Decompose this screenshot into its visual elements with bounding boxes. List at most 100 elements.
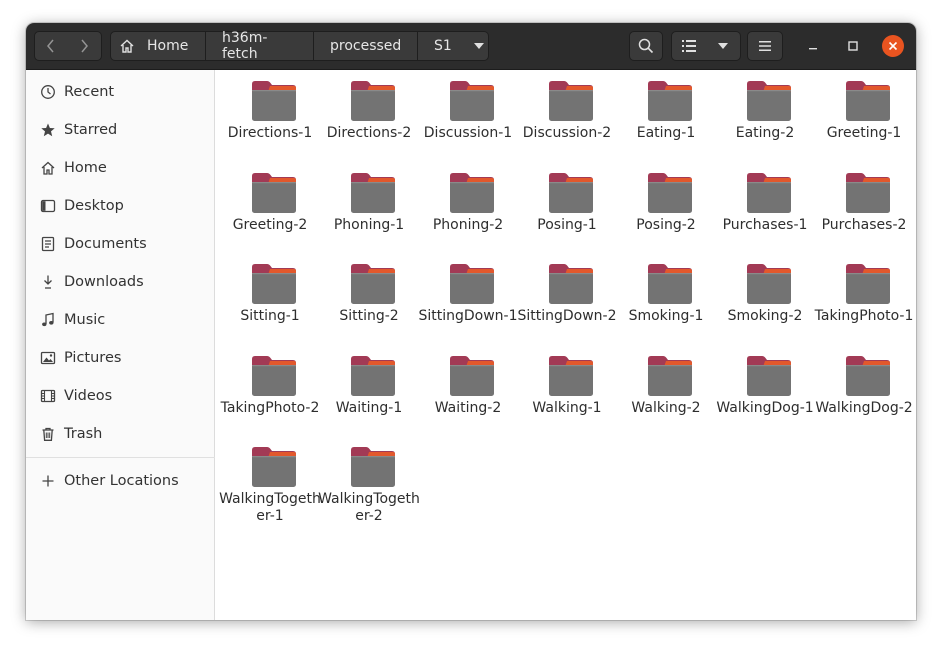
folder-label: Discussion-2 — [522, 125, 612, 141]
sidebar-item-desktop[interactable]: Desktop — [26, 187, 215, 225]
trash-icon — [39, 425, 57, 443]
sidebar-item-videos[interactable]: Videos — [26, 377, 215, 415]
folder-label: WalkingDog-1 — [716, 399, 814, 416]
folder-item[interactable]: Walking-1 — [519, 345, 615, 435]
close-button[interactable] — [882, 35, 904, 57]
folder-item[interactable]: Phoning-1 — [321, 162, 417, 252]
sidebar-separator — [26, 457, 215, 458]
folder-label: Sitting-2 — [339, 308, 399, 324]
folder-item[interactable]: Sitting-2 — [321, 253, 417, 343]
sidebar: Recent Starred Home Desktop Documents Do… — [26, 70, 215, 620]
maximize-button[interactable] — [842, 35, 864, 57]
folder-label: Smoking-2 — [727, 308, 803, 324]
chevron-left-icon — [47, 39, 54, 53]
folder-item[interactable]: WalkingTogether-1 — [219, 436, 321, 526]
folder-item[interactable]: Waiting-2 — [420, 345, 516, 435]
folder-item[interactable]: Posing-2 — [618, 162, 714, 252]
folder-label: Purchases-1 — [722, 216, 808, 233]
folder-item[interactable]: Sitting-1 — [222, 253, 318, 343]
folder-label: WalkingTogether-1 — [219, 491, 321, 524]
folder-item[interactable]: Posing-1 — [519, 162, 615, 252]
folder-icon — [747, 81, 791, 121]
sidebar-item-starred[interactable]: Starred — [26, 111, 215, 149]
folder-icon — [846, 81, 890, 121]
folder-item[interactable]: WalkingDog-1 — [716, 345, 814, 435]
breadcrumb-home[interactable]: Home — [110, 31, 206, 61]
folder-icon — [351, 355, 395, 396]
folder-label: Purchases-2 — [821, 216, 907, 233]
folder-icon — [648, 355, 692, 396]
forward-button[interactable] — [67, 31, 102, 61]
folder-label: Sitting-1 — [240, 308, 300, 324]
desktop-icon — [39, 197, 57, 215]
sidebar-item-trash[interactable]: Trash — [26, 415, 215, 453]
file-grid: Directions-1 Directions-2 Discussion-1 Disc… — [216, 70, 916, 620]
picture-icon — [39, 349, 57, 367]
folder-item[interactable]: Waiting-1 — [321, 345, 417, 435]
sidebar-item-label: Recent — [64, 84, 115, 100]
sidebar-item-home[interactable]: Home — [26, 149, 215, 187]
folder-item[interactable]: Discussion-1 — [420, 70, 516, 160]
folder-item[interactable]: Greeting-2 — [222, 162, 318, 252]
breadcrumb-processed[interactable]: processed — [314, 31, 418, 61]
video-icon — [39, 387, 57, 405]
search-icon — [638, 38, 654, 54]
sidebar-item-label: Videos — [64, 388, 113, 404]
sidebar-item-documents[interactable]: Documents — [26, 225, 215, 263]
folder-label: Eating-1 — [636, 125, 696, 141]
back-button[interactable] — [34, 31, 68, 61]
folder-icon — [252, 264, 296, 304]
folder-icon — [450, 264, 494, 304]
folder-item[interactable]: Phoning-2 — [420, 162, 516, 252]
folder-item[interactable]: Discussion-2 — [519, 70, 615, 160]
view-options-button[interactable] — [706, 31, 741, 61]
hamburger-icon — [759, 41, 771, 51]
folder-item[interactable]: Purchases-1 — [717, 162, 813, 252]
clock-icon — [39, 83, 57, 101]
folder-item[interactable]: TakingPhoto-2 — [221, 345, 319, 435]
folder-icon — [450, 81, 494, 121]
chevron-down-icon — [718, 43, 728, 49]
sidebar-item-recent[interactable]: Recent — [26, 73, 215, 111]
breadcrumb-label: S1 — [434, 38, 452, 54]
breadcrumb-s1[interactable]: S1 — [418, 31, 489, 61]
folder-item[interactable]: Walking-2 — [618, 345, 714, 435]
folder-item[interactable]: SittingDown-1 — [418, 253, 518, 343]
sidebar-item-pictures[interactable]: Pictures — [26, 339, 215, 377]
sidebar-item-downloads[interactable]: Downloads — [26, 263, 215, 301]
sidebar-item-music[interactable]: Music — [26, 301, 215, 339]
folder-item[interactable]: Greeting-1 — [816, 70, 912, 160]
folder-item[interactable]: WalkingDog-2 — [815, 345, 913, 435]
search-button[interactable] — [629, 31, 663, 61]
sidebar-item-label: Home — [64, 160, 107, 176]
folder-item[interactable]: Smoking-2 — [717, 253, 813, 343]
folder-item[interactable]: Smoking-1 — [618, 253, 714, 343]
sidebar-item-label: Desktop — [64, 198, 124, 214]
headerbar: Home h36m-fetch processed S1 — [26, 23, 916, 70]
minimize-button[interactable] — [802, 35, 824, 57]
star-icon — [39, 121, 57, 139]
folder-item[interactable]: Purchases-2 — [816, 162, 912, 252]
folder-label: Discussion-1 — [423, 125, 513, 141]
folder-icon — [648, 81, 692, 121]
folder-label: SittingDown-1 — [418, 308, 518, 324]
folder-item[interactable]: Eating-2 — [717, 70, 813, 160]
folder-item[interactable]: Directions-2 — [321, 70, 417, 160]
sidebar-item-other-locations[interactable]: Other Locations — [26, 462, 215, 500]
folder-icon — [351, 81, 395, 121]
folder-item[interactable]: TakingPhoto-1 — [815, 253, 913, 343]
menu-button[interactable] — [747, 31, 783, 61]
folder-item[interactable]: WalkingTogether-2 — [318, 436, 420, 526]
list-view-button[interactable] — [671, 31, 707, 61]
music-icon — [39, 311, 57, 329]
folder-icon — [846, 264, 890, 304]
folder-item[interactable]: Eating-1 — [618, 70, 714, 160]
folder-label: WalkingTogether-2 — [318, 491, 420, 524]
folder-label: Waiting-2 — [434, 399, 502, 416]
chevron-down-icon[interactable] — [473, 43, 484, 49]
breadcrumb-h36m-fetch[interactable]: h36m-fetch — [206, 30, 314, 62]
folder-item[interactable]: SittingDown-2 — [517, 253, 617, 343]
folder-item[interactable]: Directions-1 — [222, 70, 318, 160]
folder-label: Walking-1 — [532, 399, 602, 416]
folder-label: Walking-2 — [631, 399, 701, 416]
